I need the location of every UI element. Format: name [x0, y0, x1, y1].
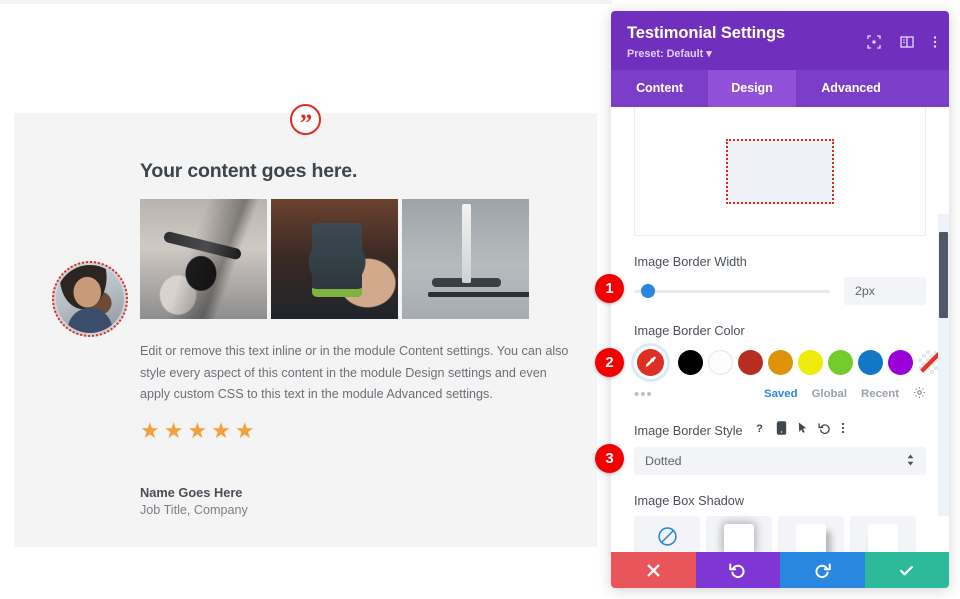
shadow-preset-none[interactable] [634, 516, 700, 552]
swatch-red[interactable] [738, 350, 763, 375]
avatar [52, 261, 128, 337]
panel-header: Testimonial Settings Preset: Default ▾ [611, 11, 949, 70]
border-preview-card [634, 107, 926, 236]
svg-text:?: ? [756, 423, 763, 435]
reset-icon[interactable] [818, 421, 831, 440]
redo-icon [815, 562, 831, 578]
testimonial-content: Your content goes here. Edit or remove t… [140, 160, 580, 442]
panel-header-icons [867, 35, 937, 54]
scooter-handlebar-photo [140, 199, 267, 319]
tab-design[interactable]: Design [708, 70, 796, 107]
page-canvas: Your content goes here. Edit or remove t… [0, 0, 612, 599]
panel-body: Image Border Width 2px Image Border Colo… [611, 107, 949, 552]
color-swatch-row [634, 346, 943, 379]
image-border-style-label: Image Border Style [634, 423, 743, 438]
gear-icon[interactable] [913, 386, 926, 402]
no-shadow-icon [657, 526, 678, 552]
page-title: Your content goes here. [140, 160, 358, 182]
undo-icon [729, 562, 745, 578]
testimonial-author: Name Goes Here Job Title, Company [140, 485, 248, 517]
person-riding-scooter-photo [402, 199, 529, 319]
image-border-width-control: 2px [634, 277, 926, 305]
image-border-width-label: Image Border Width [634, 255, 747, 269]
focus-icon[interactable] [867, 35, 881, 54]
scrollbar-thumb[interactable] [939, 232, 948, 318]
author-title: Job Title, Company [140, 503, 248, 517]
border-width-slider[interactable] [634, 282, 844, 300]
cancel-button[interactable] [611, 552, 696, 588]
redo-button[interactable] [780, 552, 865, 588]
border-preview-rect [726, 138, 834, 204]
shadow-sample [868, 524, 898, 552]
author-name: Name Goes Here [140, 485, 243, 500]
avatar-photo [56, 265, 124, 333]
testimonial-settings-panel: Testimonial Settings Preset: Default ▾ C… [611, 11, 949, 588]
image-box-shadow-label: Image Box Shadow [634, 494, 745, 508]
swatch-green[interactable] [828, 350, 853, 375]
image-border-style-select[interactable]: Dotted [634, 447, 926, 475]
image-border-color-label: Image Border Color [634, 324, 745, 338]
slider-thumb[interactable] [641, 284, 655, 298]
more-vertical-icon[interactable] [933, 35, 937, 54]
swatch-blue[interactable] [858, 350, 883, 375]
mobile-device-icon[interactable] [776, 421, 787, 440]
testimonial-module[interactable]: Your content goes here. Edit or remove t… [14, 113, 597, 547]
palette-tab-recent[interactable]: Recent [861, 388, 899, 400]
shadow-preset-offset[interactable] [778, 516, 844, 552]
layout-panel-icon[interactable] [900, 35, 914, 54]
hover-cursor-icon[interactable] [797, 421, 808, 440]
save-button[interactable] [864, 552, 949, 588]
close-icon [647, 564, 660, 576]
box-shadow-presets [634, 516, 926, 552]
image-border-style-header: Image Border Style ? [634, 421, 926, 440]
testimonial-body-text: Edit or remove this text inline or in th… [140, 344, 569, 402]
undo-button[interactable] [695, 552, 780, 588]
phone-in-hands-photo [271, 199, 398, 319]
border-style-value: Dotted [645, 454, 682, 468]
step-badge-2: 2 [595, 348, 624, 377]
image-gallery [140, 199, 580, 319]
step-badge-1: 1 [595, 274, 624, 303]
step-badge-3: 3 [595, 444, 624, 473]
page-top-edge [0, 0, 612, 4]
panel-tabs: Content Design Advanced [611, 70, 949, 107]
tab-content[interactable]: Content [611, 70, 708, 107]
slider-track [634, 289, 830, 293]
swatch-black[interactable] [678, 350, 703, 375]
more-vertical-icon[interactable] [841, 421, 845, 440]
help-icon[interactable]: ? [753, 421, 766, 440]
tab-advanced[interactable]: Advanced [796, 70, 906, 107]
checkmark-icon [900, 565, 914, 575]
shadow-sample [724, 524, 754, 552]
shadow-preset-glow[interactable] [706, 516, 772, 552]
swatch-purple[interactable] [888, 350, 913, 375]
shadow-preset-bottom[interactable] [850, 516, 916, 552]
chevron-updown-icon [906, 453, 915, 470]
more-colors-button[interactable]: ••• [634, 387, 653, 402]
quote-mark-icon: ” [290, 104, 321, 136]
palette-tab-saved[interactable]: Saved [764, 388, 798, 400]
swatch-orange[interactable] [768, 350, 793, 375]
palette-tab-global[interactable]: Global [812, 388, 847, 400]
panel-footer [611, 552, 949, 588]
border-width-input[interactable]: 2px [844, 277, 926, 305]
rating-stars: ★★★★★ [140, 417, 259, 443]
swatch-white[interactable] [708, 350, 733, 375]
swatch-yellow[interactable] [798, 350, 823, 375]
color-palette-meta: ••• Saved Global Recent [634, 386, 926, 402]
eyedropper-icon[interactable] [634, 346, 667, 379]
palette-tabs: Saved Global Recent [764, 386, 926, 402]
shadow-sample [796, 524, 826, 552]
